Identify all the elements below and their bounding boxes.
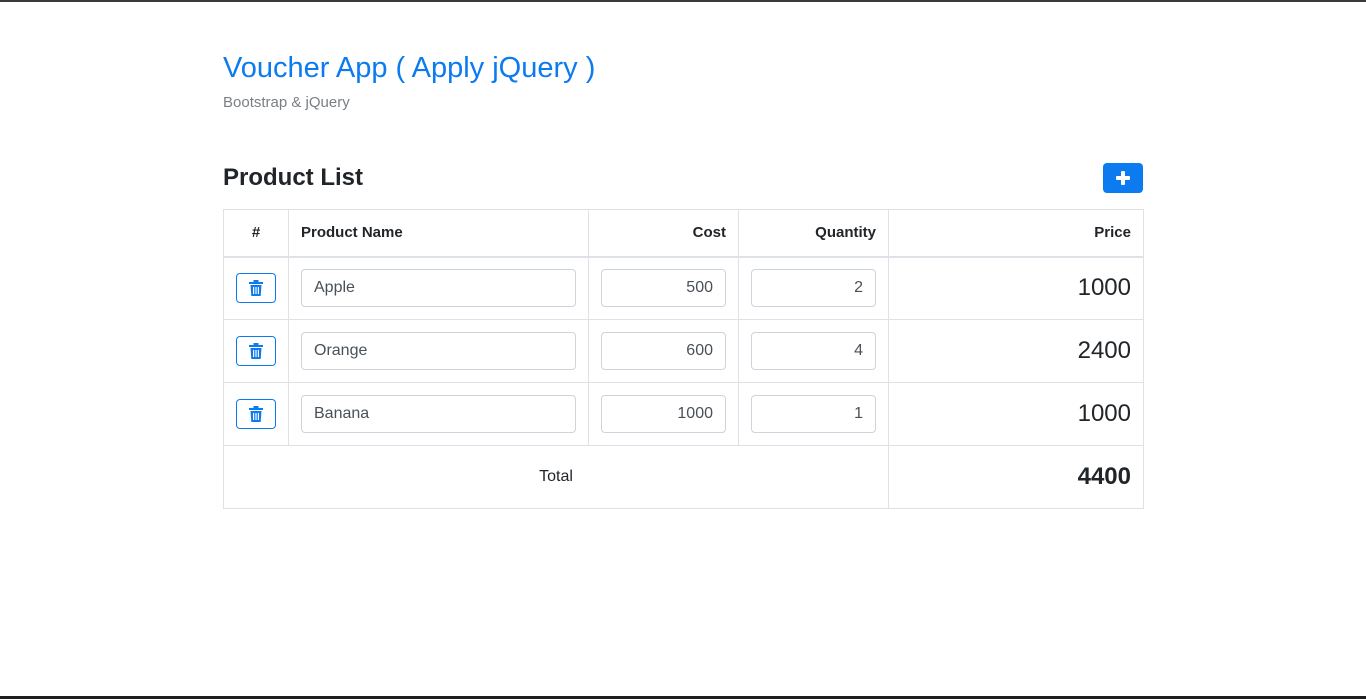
column-header-price: Price: [888, 209, 1144, 258]
delete-row-button[interactable]: [236, 336, 276, 366]
table-row: 1000: [223, 382, 1144, 446]
price-cell: 2400: [888, 319, 1144, 383]
cost-input[interactable]: [601, 395, 726, 433]
quantity-input[interactable]: [751, 332, 876, 370]
add-product-button[interactable]: [1103, 163, 1143, 193]
column-header-number: #: [223, 209, 289, 258]
product-name-input[interactable]: [301, 395, 576, 433]
product-name-cell: [288, 382, 589, 446]
column-header-quantity: Quantity: [738, 209, 889, 258]
trash-icon: [249, 343, 263, 359]
table-row: 2400: [223, 319, 1144, 383]
quantity-cell: [738, 319, 889, 383]
table-header-row: # Product Name Cost Quantity Price: [223, 209, 1144, 258]
product-name-cell: [288, 256, 589, 320]
app-subtitle: Bootstrap & jQuery: [223, 94, 350, 111]
total-value: 4400: [888, 445, 1144, 509]
quantity-cell: [738, 256, 889, 320]
column-header-cost: Cost: [588, 209, 739, 258]
product-name-input[interactable]: [301, 332, 576, 370]
product-table: # Product Name Cost Quantity Price Apple…: [223, 209, 1144, 509]
total-label: Total: [223, 445, 889, 509]
cost-cell: [588, 382, 739, 446]
quantity-input[interactable]: [751, 269, 876, 308]
table-row: 1000: [223, 256, 1144, 320]
cost-input[interactable]: [601, 269, 726, 308]
delete-cell: [223, 382, 289, 446]
column-header-product-name: Product Name: [288, 209, 589, 258]
delete-cell: [223, 319, 289, 383]
window-top-border: [0, 0, 1366, 2]
cost-cell: [588, 256, 739, 320]
total-row: Total 4400: [223, 445, 1144, 509]
cost-input[interactable]: [601, 332, 726, 370]
app-title: Voucher App ( Apply jQuery ): [223, 52, 596, 84]
cost-cell: [588, 319, 739, 383]
plus-icon: [1116, 171, 1130, 185]
product-name-input[interactable]: [301, 269, 576, 308]
trash-icon: [249, 406, 263, 422]
section-title: Product List: [223, 164, 364, 191]
trash-icon: [249, 280, 263, 297]
price-cell: 1000: [888, 256, 1144, 320]
price-cell: 1000: [888, 382, 1144, 446]
product-name-cell: [288, 319, 589, 383]
delete-row-button[interactable]: [236, 399, 276, 429]
delete-row-button[interactable]: [236, 273, 276, 304]
quantity-cell: [738, 382, 889, 446]
quantity-input[interactable]: [751, 395, 876, 433]
delete-cell: [223, 256, 289, 320]
